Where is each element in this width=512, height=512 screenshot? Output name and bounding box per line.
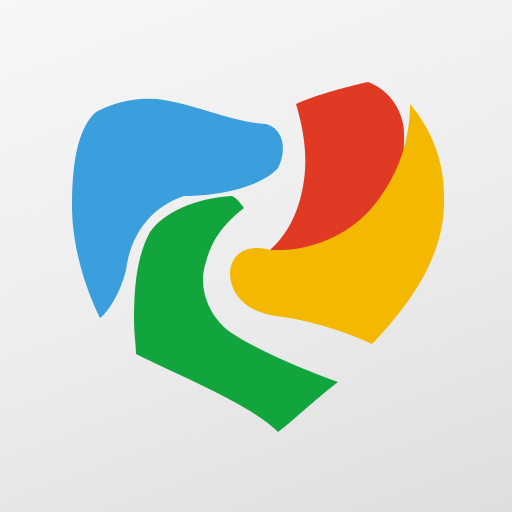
heart-swirl-logo [72,82,445,432]
app-icon[interactable] [0,0,512,512]
